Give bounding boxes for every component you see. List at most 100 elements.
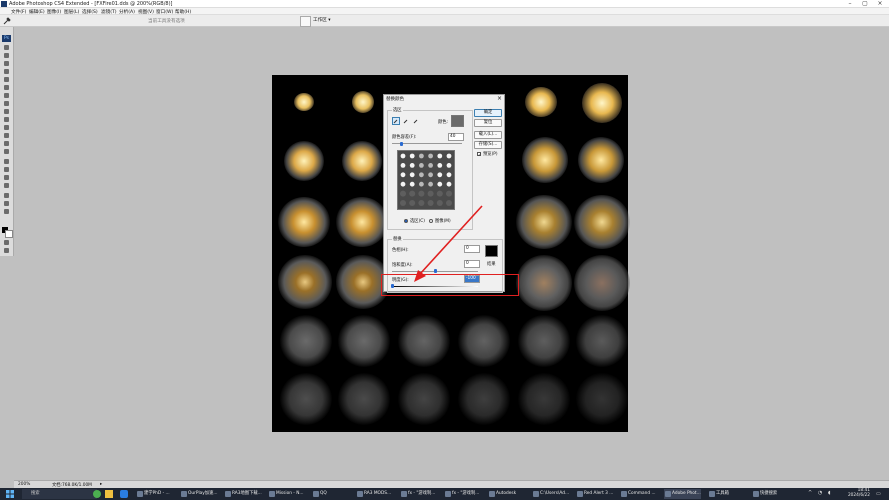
taskbar-item[interactable]: fx - "游戏制... [444,489,479,499]
eraser-tool-icon[interactable] [2,124,11,131]
preview-sprite-mark [428,172,433,178]
options-bar: 当前工具没有选项 工作区 ▾ [0,15,889,27]
maximize-button[interactable]: ▢ [858,0,872,8]
notification-icon[interactable]: ▭ [876,491,881,497]
eyedropper-plus-icon[interactable] [402,117,410,125]
marquee-tool-icon[interactable] [2,52,11,59]
path-selection-icon[interactable] [2,174,11,181]
taskbar-item[interactable]: RA3 MODS... [356,489,391,499]
tray-expand-icon[interactable]: ^ [808,490,812,496]
taskbar-item[interactable]: QQ [312,489,327,499]
type-tool-icon[interactable] [2,166,11,173]
3d-rotate-icon[interactable] [2,192,11,199]
fuzziness-slider-thumb[interactable] [400,142,404,146]
smoke-sprite [398,373,450,425]
preview-sprite-mark [419,172,424,178]
eyedropper-minus-icon[interactable] [412,117,420,125]
dialog-close-icon[interactable]: × [497,95,502,102]
preview-sprite-mark [400,172,406,178]
fire-sprite [284,141,324,181]
eyedropper-icon[interactable] [2,84,11,91]
preview-sprite-mark [428,153,433,159]
taskbar-item[interactable]: OurPlay加速... [180,489,218,499]
smoke-sprite [338,373,390,425]
clone-stamp-icon[interactable] [2,108,11,115]
taskbar-item[interactable]: Autodesk [488,489,516,499]
minimize-button[interactable]: – [843,0,857,8]
smoke-sprite [280,315,332,367]
status-bar: 200% 文档:768.0K/1.00M ▸ [14,480,889,488]
taskbar-item[interactable]: 快捷搜索 [752,489,777,499]
preview-sprite-mark [418,190,425,197]
fire-sprite [278,197,330,247]
taskbar-item[interactable]: 建学PhD - ... [136,489,170,499]
fire-sprite [516,195,572,249]
blur-tool-icon[interactable] [2,140,11,147]
folder-icon[interactable] [105,490,113,498]
browser-icon[interactable] [120,490,128,498]
gradient-tool-icon[interactable] [2,132,11,139]
save-button[interactable]: 存储(S)... [474,141,502,149]
preview-sprite-mark [409,181,415,187]
taskbar-item[interactable]: RA3地图下载... [224,489,262,499]
magic-wand-tool-icon[interactable] [2,68,11,75]
windows-start-icon[interactable] [6,490,14,498]
taskbar-item-active[interactable]: Adobe Phot... [664,489,701,499]
smoke-sprite [576,373,628,425]
ok-button[interactable]: 确定 [474,109,502,117]
preview-sprite-mark [427,190,434,197]
preview-sprite-mark [437,172,443,178]
chrome-icon[interactable] [93,490,101,498]
preview-sprite-mark [400,181,406,187]
screen-mode-icon[interactable] [2,247,11,254]
zoom-tool-icon[interactable] [2,208,11,215]
tool-options-hint: 当前工具没有选项 [148,19,185,24]
dodge-tool-icon[interactable] [2,148,11,155]
fire-sprite [522,137,568,183]
quick-mask-icon[interactable] [2,239,11,246]
move-tool-icon[interactable] [2,44,11,51]
load-button[interactable]: 载入(L)... [474,131,502,139]
preview-sprite-mark [428,163,433,168]
network-icon[interactable]: ◔ [818,490,822,496]
preview-sprite-mark [446,190,452,197]
volume-icon[interactable]: ◖ [828,490,831,496]
history-brush-icon[interactable] [2,116,11,123]
status-arrow-icon[interactable]: ▸ [100,482,102,487]
taskbar-item[interactable]: fx - "游戏制... [400,489,435,499]
fuzziness-input[interactable]: 40 [448,133,464,141]
taskbar-item[interactable]: 工具箱 [708,489,729,499]
taskbar-item[interactable]: Red Alert 3 ... [576,489,613,499]
clock-date[interactable]: 2024/6/22 [846,493,870,498]
lasso-tool-icon[interactable] [2,60,11,67]
reset-button[interactable]: 复位 [474,119,502,127]
healing-brush-icon[interactable] [2,92,11,99]
hand-tool-icon[interactable] [2,200,11,207]
preview-sprite-mark [446,181,452,187]
preview-sprite-mark [419,181,424,187]
eyedropper-tool-icon[interactable] [3,17,11,25]
preview-checkbox[interactable]: ✓ [477,152,481,157]
brush-tool-icon[interactable] [2,100,11,107]
taskbar-search[interactable]: 搜索 [22,489,97,499]
background-color-swatch[interactable] [5,230,13,238]
preview-sprite-mark [437,181,443,187]
smoke-sprite [518,373,570,425]
crop-tool-icon[interactable] [2,76,11,83]
preview-sprite-mark [428,181,433,187]
pen-tool-icon[interactable] [2,158,11,165]
dialog-title: 替换颜色 [386,97,404,102]
shape-tool-icon[interactable] [2,182,11,189]
taskbar-item[interactable]: Command ... [620,489,656,499]
smoke-sprite [576,315,628,367]
taskbar-item[interactable]: Mission - N... [268,489,304,499]
sample-color-swatch[interactable] [451,115,464,127]
workspace-menu[interactable]: 工作区 ▾ [313,17,331,23]
close-button[interactable]: × [873,0,887,8]
preview-label: 预览(P) [483,152,498,157]
taskbar-item[interactable]: C:\Users\Ad... [532,489,569,499]
screen-mode-button[interactable] [300,16,311,27]
zoom-level[interactable]: 200% [18,482,30,487]
eyedropper-icon[interactable] [392,117,400,125]
tools-panel: Ps [0,27,14,256]
